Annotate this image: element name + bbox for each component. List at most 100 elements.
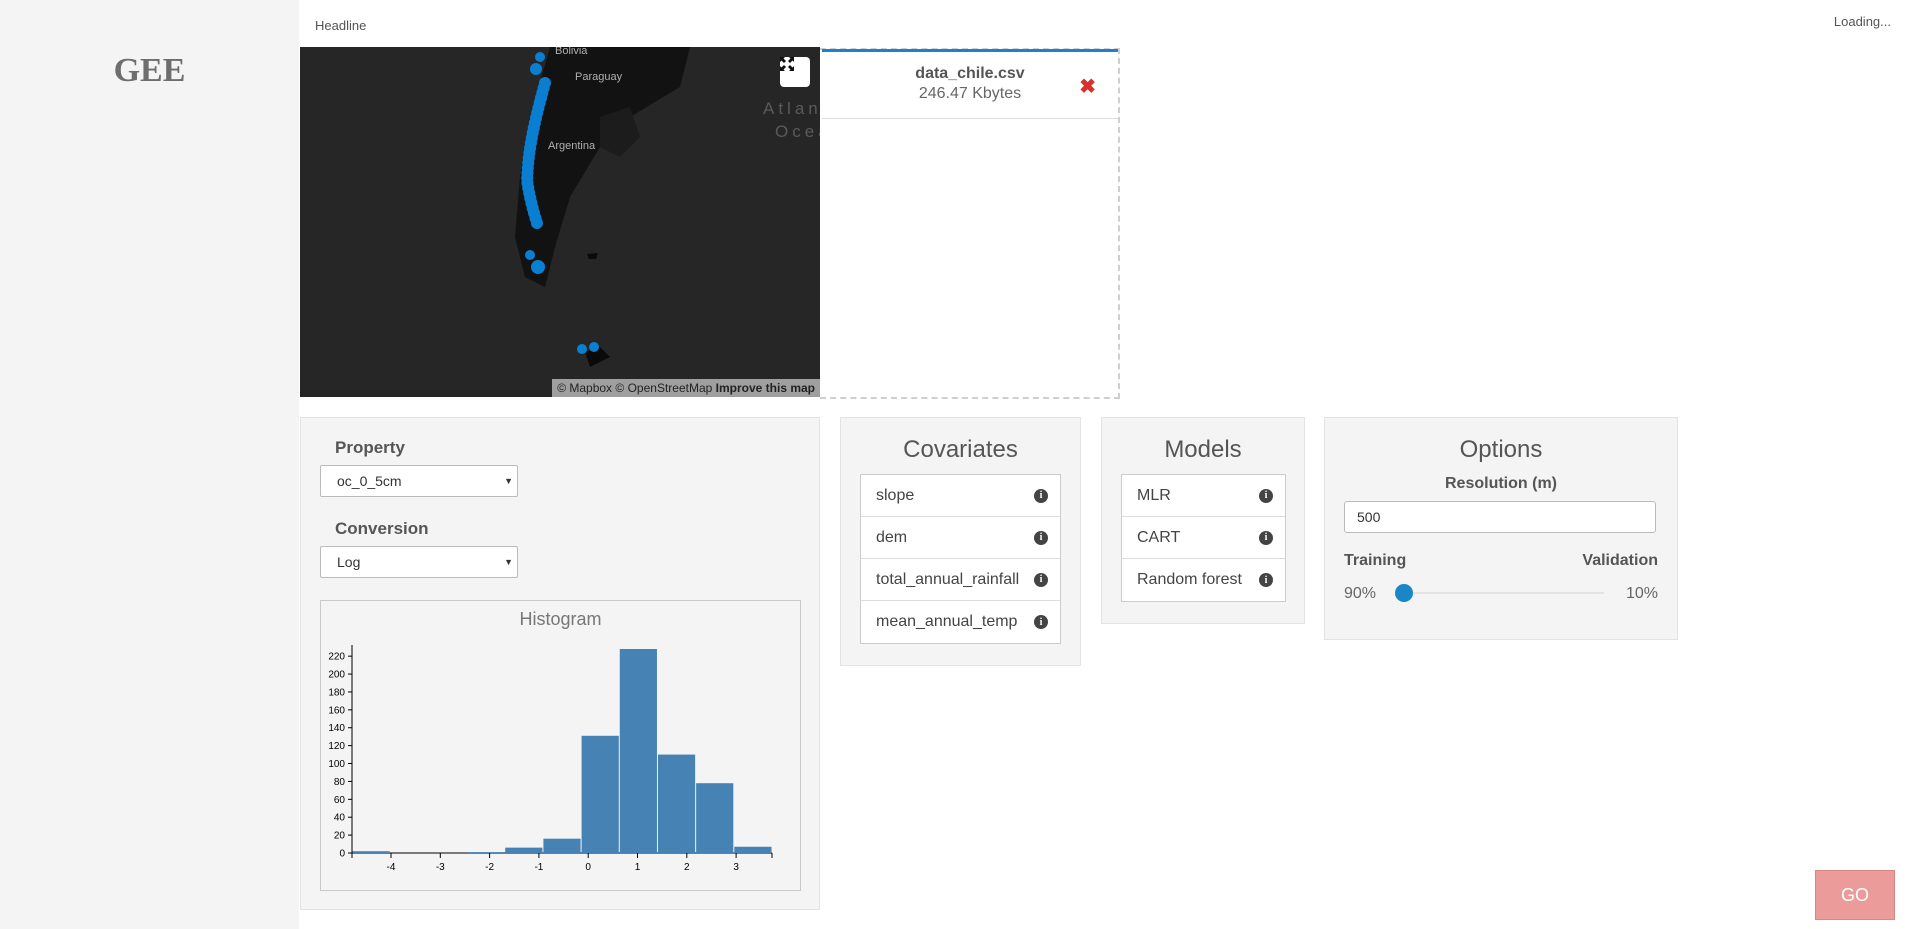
headline: Headline [315, 18, 367, 33]
map-canvas [515, 47, 690, 367]
go-button[interactable]: GO [1815, 870, 1895, 920]
map-label-paraguay: Paraguay [575, 71, 623, 83]
property-panel: Property oc_0_5cm ▼ Conversion Log ▼ His… [300, 417, 820, 910]
histogram-bar [352, 851, 390, 853]
sidebar: GEE [0, 0, 299, 929]
map-data-point [530, 217, 543, 229]
dropdown-arrow-icon: ▼ [504, 476, 513, 486]
models-list: MLR i CART i Random forest i [1121, 474, 1286, 602]
fullscreen-button[interactable] [780, 57, 810, 87]
conversion-select-value: Log [337, 554, 361, 570]
file-size: 246.47 Kbytes [918, 85, 1022, 102]
map-label-ocean: Ocea [775, 122, 820, 141]
map-view[interactable]: Bolivia Paraguay Argentina Atlan Ocea © … [300, 47, 820, 397]
brand-logo: GEE [113, 52, 186, 89]
osm-attribution[interactable]: © OpenStreetMap [615, 381, 712, 395]
resolution-input[interactable]: 500 [1344, 501, 1656, 533]
model-item-random-forest[interactable]: Random forest i [1122, 559, 1285, 601]
covariates-title: Covariates [903, 436, 1018, 463]
covariate-label: mean_annual_temp [876, 613, 1018, 630]
y-tick-label: 120 [328, 741, 345, 752]
model-label: CART [1137, 528, 1181, 546]
y-tick-label: 0 [339, 849, 345, 860]
y-tick-label: 60 [334, 795, 346, 806]
info-icon[interactable]: i [1034, 530, 1048, 545]
resolution-label: Resolution (m) [1445, 475, 1557, 492]
validation-label: Validation [1582, 552, 1658, 569]
covariate-label: total_annual_rainfall [876, 570, 1020, 588]
histogram-bar [734, 846, 772, 853]
covariate-item-mean-annual-temp[interactable]: mean_annual_temp i [861, 601, 1060, 643]
conversion-label: Conversion [335, 519, 429, 538]
map-data-point [589, 342, 599, 352]
property-label: Property [335, 438, 405, 457]
property-select[interactable]: oc_0_5cm ▼ [320, 465, 518, 497]
y-tick-label: 40 [334, 813, 346, 824]
x-tick-label: 1 [635, 862, 641, 873]
split-slider-track[interactable] [1395, 584, 1604, 602]
y-tick-label: 160 [328, 705, 345, 716]
histogram-bar [543, 838, 581, 853]
covariate-item-slope[interactable]: slope i [861, 475, 1060, 517]
mapbox-attribution[interactable]: © Mapbox [557, 381, 612, 395]
model-item-cart[interactable]: CART i [1122, 517, 1285, 559]
covariate-item-total-annual-rainfall[interactable]: total_annual_rainfall i [861, 559, 1060, 601]
validation-percent: 10% [1625, 585, 1658, 602]
models-panel: Models MLR i CART i Random forest i [1101, 417, 1305, 624]
covariates-list: slope i dem i total_annual_rainfall i me… [860, 474, 1061, 644]
covariate-label: dem [876, 528, 908, 546]
training-label: Training [1344, 552, 1407, 569]
info-icon[interactable]: i [1034, 488, 1048, 503]
y-tick-label: 180 [328, 687, 345, 698]
info-icon[interactable]: i [1034, 572, 1048, 587]
loading-status: Loading... [1833, 14, 1891, 29]
island-shape [587, 253, 598, 259]
conversion-select[interactable]: Log ▼ [320, 546, 518, 578]
info-icon[interactable]: i [1034, 615, 1048, 629]
info-icon[interactable]: i [1259, 488, 1273, 503]
split-slider-handle[interactable] [1395, 584, 1413, 602]
model-item-mlr[interactable]: MLR i [1122, 475, 1285, 517]
remove-file-icon[interactable]: ✖ [1079, 74, 1096, 99]
map-data-point [577, 344, 587, 354]
fullscreen-icon [780, 57, 794, 71]
covariates-panel: Covariates slope i dem i total_annual_ra… [840, 417, 1081, 666]
improve-map-link[interactable]: Improve this map [716, 381, 815, 395]
info-icon[interactable]: i [1259, 573, 1273, 587]
covariate-item-dem[interactable]: dem i [861, 517, 1060, 559]
map-data-point [525, 250, 535, 260]
x-tick-label: 3 [733, 862, 739, 873]
map-label-bolivia: Bolivia [555, 47, 588, 57]
y-tick-label: 80 [334, 777, 346, 788]
y-tick-label: 20 [334, 831, 346, 842]
models-title: Models [1164, 436, 1242, 463]
map-data-point [531, 260, 545, 274]
y-tick-label: 140 [328, 723, 345, 734]
histogram-bar [619, 649, 657, 853]
map-data-point [535, 52, 545, 62]
model-label: MLR [1137, 486, 1171, 504]
histogram-chart: 0 20 40 60 80 100 120 140 160 180 200 220 -4 -3 -2 -1 0 1… [328, 645, 773, 873]
covariate-label: slope [876, 486, 915, 504]
training-percent: 90% [1344, 585, 1377, 602]
x-tick-label: -2 [485, 862, 494, 873]
map-attribution: © Mapbox © OpenStreetMap Improve this ma… [552, 379, 820, 397]
y-tick-label: 220 [328, 652, 345, 663]
histogram-bar [696, 783, 734, 853]
x-tick-label: -4 [387, 862, 396, 873]
histogram-bar [467, 852, 505, 853]
options-title: Options [1459, 436, 1543, 463]
histogram-bar [657, 754, 696, 853]
info-icon[interactable]: i [1259, 530, 1273, 545]
x-tick-label: 0 [585, 862, 591, 873]
map-label-argentina: Argentina [548, 140, 596, 152]
x-tick-label: -3 [436, 862, 445, 873]
file-card: data_chile.csv 246.47 Kbytes ✖ [822, 49, 1118, 119]
histogram-bar [505, 847, 543, 853]
options-panel: Options Resolution (m) 500 Training Vali… [1324, 417, 1678, 640]
y-tick-label: 100 [328, 759, 345, 770]
y-tick-label: 200 [328, 670, 345, 681]
property-select-value: oc_0_5cm [337, 473, 402, 489]
x-tick-label: -1 [534, 862, 543, 873]
map-label-ocean: Atlan [763, 99, 820, 118]
